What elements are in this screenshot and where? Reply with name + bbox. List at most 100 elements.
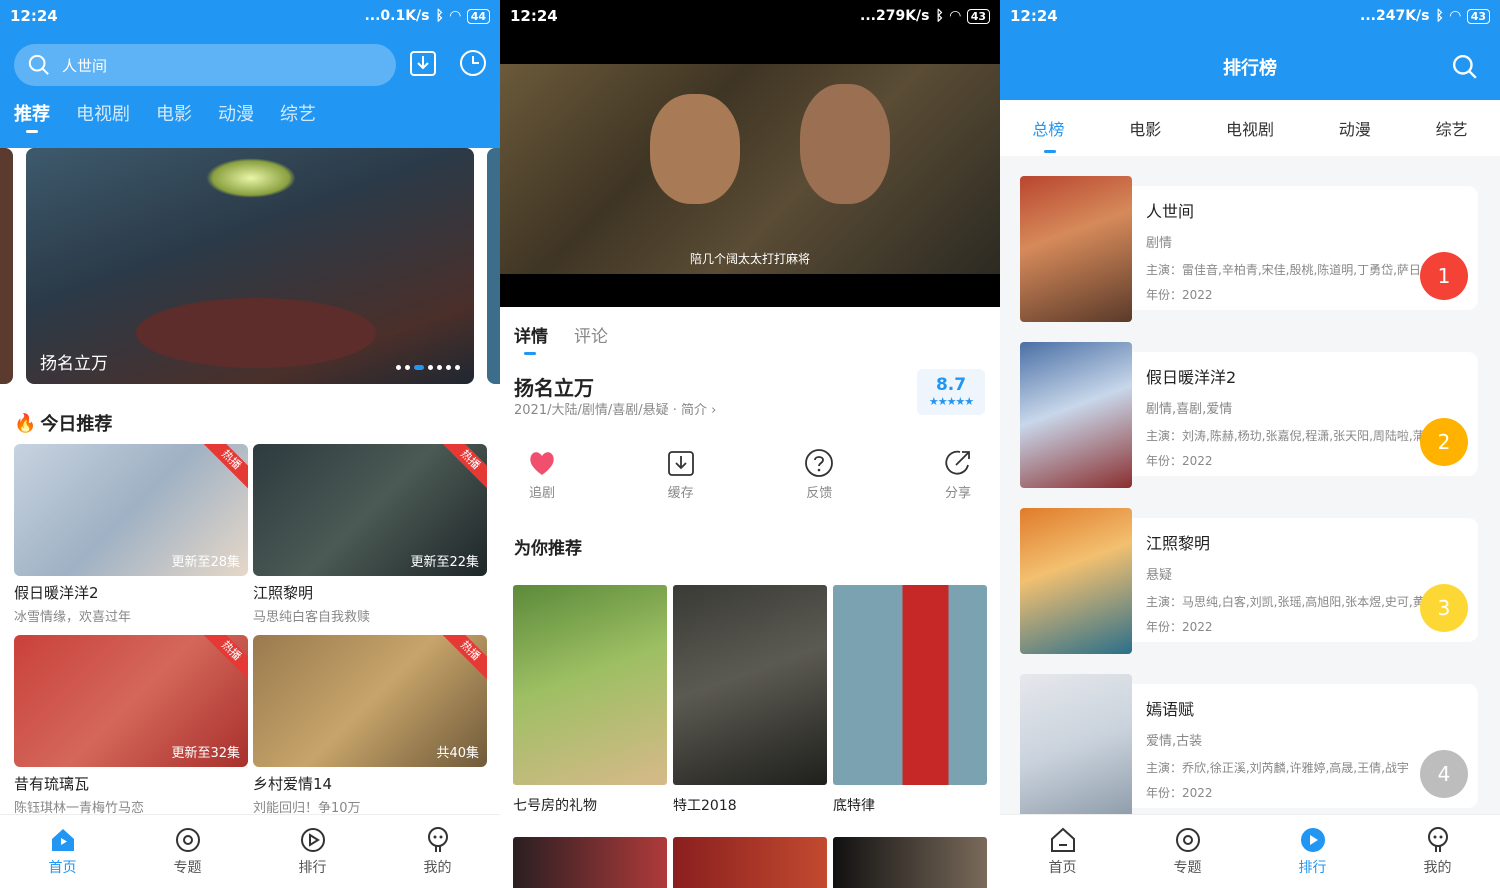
share-button[interactable]: 分享: [930, 448, 986, 501]
battery-icon: 44: [466, 8, 490, 24]
page-title: 排行榜: [1223, 58, 1277, 79]
rank-poster: [1020, 508, 1132, 654]
nav-rank[interactable]: 排行: [273, 826, 353, 877]
share-icon: [945, 450, 970, 475]
recommend-card[interactable]: 热播 更新至32集 昔有琉璃瓦 陈钰琪林一青梅竹马恋: [14, 635, 248, 816]
rating-stars: ★★★★★: [928, 395, 974, 408]
battery-icon: 43: [1466, 8, 1490, 24]
card-thumbnail: 热播 更新至22集: [253, 444, 487, 576]
card-thumbnail: 热播 更新至32集: [14, 635, 248, 767]
wifi-icon: ◠: [449, 8, 461, 24]
cache-button[interactable]: 缓存: [653, 448, 709, 501]
tab-detail[interactable]: 详情: [514, 322, 548, 347]
network-speed: ...279K/s: [860, 8, 930, 24]
tab-indicator: [26, 130, 38, 133]
tab-variety[interactable]: 综艺: [1436, 116, 1468, 140]
feedback-button[interactable]: 反馈: [791, 448, 847, 501]
recommend-poster[interactable]: 特工2018: [673, 585, 827, 815]
wifi-icon: ◠: [949, 8, 961, 24]
recommend-poster-row2[interactable]: [673, 837, 827, 888]
tab-movie[interactable]: 电影: [156, 100, 192, 126]
rank-badge: 1: [1420, 252, 1468, 300]
tab-tv[interactable]: 电视剧: [76, 100, 130, 126]
history-icon[interactable]: [458, 48, 488, 78]
nav-topic[interactable]: 专题: [1148, 826, 1228, 877]
hot-badge: 热播: [200, 444, 248, 491]
rank-badge: 3: [1420, 584, 1468, 632]
rank-item[interactable]: 江照黎明 悬疑 主演：马思纯,白客,刘凯,张瑶,高旭阳,张本煜,史可,黄澄...…: [1020, 508, 1480, 654]
video-player[interactable]: 陪几个阔太太打打麻将: [500, 0, 1000, 307]
nav-label: 排行: [1298, 860, 1327, 876]
nav-label: 我的: [423, 860, 452, 876]
rank-item[interactable]: 假日暖洋洋2 剧情,喜剧,爱情 主演：刘涛,陈赫,杨玏,张嘉倪,程潇,张天阳,周…: [1020, 342, 1480, 488]
banner-carousel[interactable]: 扬名立万: [26, 148, 474, 384]
tab-anime[interactable]: 动漫: [218, 100, 254, 126]
score-value: 8.7: [935, 375, 967, 395]
nav-mine[interactable]: 我的: [1398, 826, 1478, 877]
tab-recommend[interactable]: 推荐: [14, 100, 50, 126]
status-time: 12:24: [10, 7, 58, 25]
home-screen: 12:24 ...0.1K/s ᛒ ◠ 44 人世间 推荐 电视剧 电影 动漫 …: [0, 0, 500, 888]
video-meta[interactable]: 2021/大陆/剧情/喜剧/悬疑 · 简介 ›: [514, 399, 716, 418]
recommend-card[interactable]: 热播 更新至28集 假日暖洋洋2 冰雪情缘，欢喜过年: [14, 444, 248, 625]
score-box: 8.7 ★★★★★: [917, 369, 985, 415]
hot-badge: 热播: [439, 444, 487, 491]
nav-topic[interactable]: 专题: [148, 826, 228, 877]
disc-icon: [1175, 828, 1200, 852]
action-label: 分享: [944, 486, 971, 501]
user-icon: [427, 827, 448, 852]
tab-overall[interactable]: 总榜: [1032, 116, 1064, 140]
recommend-card[interactable]: 热播 共40集 乡村爱情14 刘能回归！争10万: [253, 635, 487, 816]
recommend-poster-row2[interactable]: [833, 837, 987, 888]
network-speed: ...247K/s: [1360, 8, 1430, 24]
tab-anime[interactable]: 动漫: [1339, 116, 1371, 140]
hot-badge: 热播: [200, 635, 248, 682]
search-icon: [28, 54, 49, 75]
rank-title: 假日暖洋洋2: [1146, 368, 1237, 387]
play-circle-icon: [1300, 828, 1325, 852]
card-thumbnail: 热播 更新至28集: [14, 444, 248, 576]
recommend-poster[interactable]: 七号房的礼物: [513, 585, 667, 815]
recommend-card[interactable]: 热播 更新至22集 江照黎明 马思纯白客自我救赎: [253, 444, 487, 625]
tab-indicator: [1044, 150, 1056, 153]
follow-button[interactable]: 追剧: [514, 448, 570, 501]
rank-item[interactable]: 人世间 剧情 主演：雷佳音,辛柏青,宋佳,殷桃,陈道明,丁勇岱,萨日娜... 年…: [1020, 176, 1480, 322]
video-title: 扬名立万: [514, 376, 594, 400]
recommend-poster-row2[interactable]: [513, 837, 667, 888]
episode-label: 更新至22集: [410, 555, 479, 570]
rank-poster: [1020, 342, 1132, 488]
search-input[interactable]: 人世间: [14, 44, 396, 86]
video-figure-left: [650, 94, 740, 204]
download-icon[interactable]: [408, 48, 438, 78]
play-circle-icon: [300, 828, 325, 852]
nav-home[interactable]: 首页: [23, 826, 103, 877]
tab-movie[interactable]: 电影: [1129, 116, 1161, 140]
bottom-nav: 首页 专题 排行 我的: [0, 814, 500, 888]
banner-prev-peek[interactable]: [0, 148, 13, 384]
tab-comment[interactable]: 评论: [574, 322, 608, 347]
tab-indicator: [524, 352, 536, 355]
nav-label: 专题: [173, 860, 202, 876]
action-label: 反馈: [806, 486, 833, 501]
section-title: 今日推荐: [40, 414, 113, 435]
search-icon[interactable]: [1452, 54, 1478, 80]
nav-home[interactable]: 首页: [1023, 826, 1103, 877]
status-bar: 12:24 ...247K/s ᛒ ◠ 43: [1000, 0, 1500, 32]
tab-variety[interactable]: 综艺: [280, 100, 316, 126]
poster-image: [513, 585, 667, 785]
tab-tv[interactable]: 电视剧: [1226, 116, 1274, 140]
banner-next-peek[interactable]: [487, 148, 500, 384]
nav-rank[interactable]: 排行: [1273, 826, 1353, 877]
rank-item[interactable]: 嫣语赋 爱情,古装 主演：乔欣,徐正溪,刘芮麟,许雅婷,高晟,王倩,战宇 年份：…: [1020, 674, 1480, 820]
nav-mine[interactable]: 我的: [398, 826, 478, 877]
banner-chandelier: [206, 158, 296, 198]
card-subtitle: 马思纯白客自我救赎: [253, 610, 371, 625]
poster-image: [673, 585, 827, 785]
rank-poster: [1020, 674, 1132, 820]
episode-label: 更新至32集: [171, 746, 240, 761]
recommend-poster[interactable]: 底特律: [833, 585, 987, 815]
card-title: 假日暖洋洋2: [14, 584, 99, 602]
status-bar: 12:24 ...279K/s ᛒ ◠ 43: [500, 0, 1000, 32]
ranking-list: 人世间 剧情 主演：雷佳音,辛柏青,宋佳,殷桃,陈道明,丁勇岱,萨日娜... 年…: [1000, 156, 1500, 820]
network-speed: ...0.1K/s: [364, 8, 430, 24]
